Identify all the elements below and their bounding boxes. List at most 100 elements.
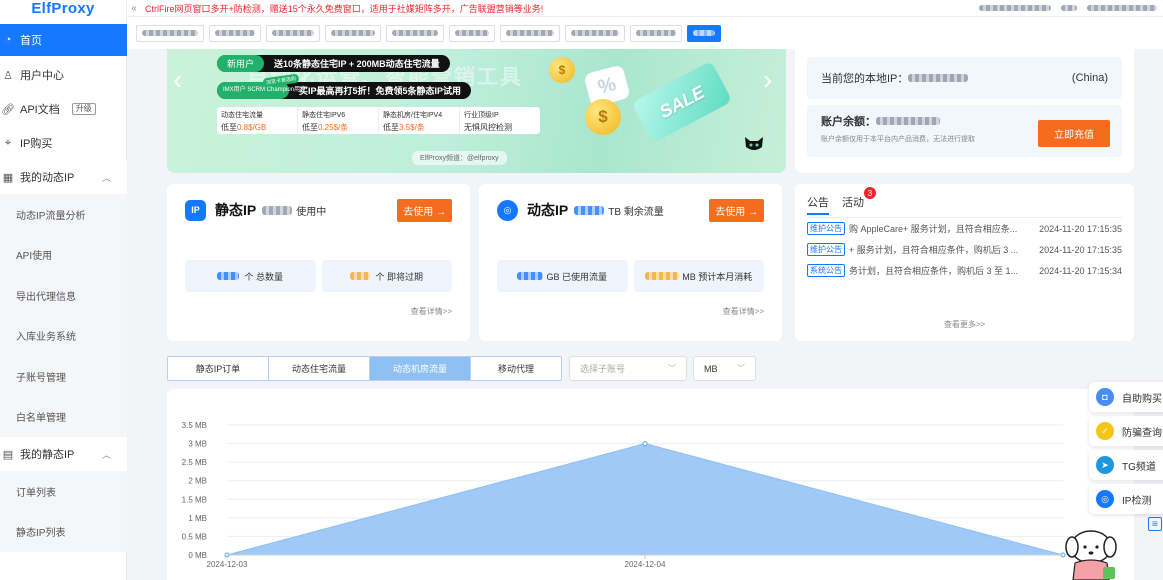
dynamic-submenu: 动态IP流量分析 API使用 导出代理信息 入库业务系统 子账号管理 白名单管理 — [0, 194, 127, 437]
notice-time: 2024-11-20 17:15:35 — [1039, 244, 1122, 255]
x-tick-label: 2024-12-03 — [207, 560, 248, 569]
redacted-count — [574, 205, 605, 215]
notice-tag: 系统公告 — [807, 264, 845, 277]
visited-tab[interactable] — [630, 24, 682, 42]
visited-tab[interactable] — [565, 24, 625, 42]
carousel-prev-icon[interactable]: ‹ — [173, 64, 182, 96]
anti-fraud-query-button[interactable]: ✓ 防骗查询 — [1089, 416, 1163, 446]
promo-banner[interactable]: 自动化运营、智能营销工具 ‹ › 新用户 送10条静态住宅IP + 200MB动… — [167, 49, 786, 173]
expand-icon[interactable]: ⊞ — [1148, 517, 1162, 531]
view-more-link[interactable]: 查看更多>> — [807, 319, 1122, 330]
sidebar-item-orders[interactable]: 订单列表 — [0, 471, 127, 512]
sidebar-item-label: API使用 — [16, 251, 53, 263]
notice-tag: 维护公告 — [807, 243, 845, 256]
redacted-ip — [908, 74, 969, 82]
redacted-count — [262, 205, 293, 215]
unit-select[interactable]: MB ﹀ — [693, 356, 756, 381]
marquee-notice[interactable]: CtrlFire网页窗口多开+防检测，赠送15个永久免费窗口，适用于社媒矩阵多开… — [145, 2, 543, 15]
visited-tab[interactable] — [266, 24, 320, 42]
view-detail-link[interactable]: 查看详情>> — [497, 306, 764, 317]
visited-tab[interactable] — [449, 24, 495, 42]
sidebar-item-export-proxy[interactable]: 导出代理信息 — [0, 275, 127, 316]
balance-label: 账户余额： — [821, 116, 876, 128]
visited-tab[interactable] — [209, 24, 261, 42]
app-logo[interactable]: ElfProxy — [0, 0, 126, 20]
sidebar-item-user-center[interactable]: ♙ 用户中心 — [0, 58, 127, 92]
account-card: 当前您的本地IP： (China) 账户余额： 账户余额仅用于本平台内产品消费，… — [795, 49, 1134, 173]
sidebar-item-label: 静态IP列表 — [16, 528, 66, 540]
sidebar-item-label: 入库业务系统 — [16, 332, 76, 344]
sidebar-item-label: IP购买 — [20, 138, 53, 150]
tab-activities[interactable]: 活动 — [842, 194, 864, 215]
sidebar-item-traffic-analysis[interactable]: 动态IP流量分析 — [0, 194, 127, 235]
y-tick-label: 3.5 MB — [182, 421, 207, 430]
mascot-dog-icon[interactable] — [1063, 527, 1123, 580]
tab-notices[interactable]: 公告 — [807, 194, 829, 215]
price-column: 静态住宅IPV6 低至0.25$/条 — [298, 107, 379, 134]
tab-dynamic-datacenter[interactable]: 动态机房流量 — [370, 357, 471, 380]
telegram-icon: ➤ — [1096, 456, 1114, 474]
traffic-chart: 0 MB 0.5 MB 1 MB 1.5 MB 2 MB 2.5 MB 3 MB 3.5 MB… — [167, 389, 1134, 580]
notice-row[interactable]: 维护公告 购 AppleCare+ 服务计划，且符合相应条... 2024-11… — [807, 218, 1122, 239]
notice-row[interactable]: 维护公告 + 服务计划，且符合相应条件，购机后 3 ... 2024-11-20… — [807, 239, 1122, 260]
traffic-area-chart: 0 MB 0.5 MB 1 MB 1.5 MB 2 MB 2.5 MB 3 MB 3.5 MB… — [182, 421, 1066, 569]
visited-tab-active[interactable] — [687, 24, 721, 42]
sidebar-item-api-docs[interactable]: 🔗︎ API文档 升级 — [0, 92, 127, 126]
location-pin-icon: ⌖ — [4, 136, 12, 149]
y-tick-label: 1.5 MB — [182, 495, 207, 504]
elfproxy-cat-logo-icon — [745, 137, 763, 150]
redacted-user-info[interactable] — [1061, 5, 1077, 11]
sidebar-item-whitelist[interactable]: 白名单管理 — [0, 397, 127, 438]
self-purchase-button[interactable]: ◘ 自助购买 — [1089, 382, 1163, 412]
sidebar-item-api-usage[interactable]: API使用 — [0, 235, 127, 276]
collapse-sidebar-icon[interactable]: « — [127, 3, 141, 14]
sidebar-item-warehouse-system[interactable]: 入库业务系统 — [0, 316, 127, 357]
subaccount-select[interactable]: 选择子账号 ﹀ — [569, 356, 687, 381]
data-point[interactable] — [642, 441, 648, 447]
announcements-card: 公告 活动 3 维护公告 购 AppleCare+ 服务计划，且符合相应条...… — [795, 184, 1134, 341]
sidebar: ElfProxy ◔ 首页 ♙ 用户中心 🔗︎ API文档 升级 ⌖ IP购买 … — [0, 0, 127, 580]
visited-tab[interactable] — [325, 24, 381, 42]
redacted-user-info[interactable] — [979, 5, 1051, 11]
static-use-button[interactable]: 去使用 → — [397, 198, 452, 222]
tab-dynamic-residential[interactable]: 动态住宅流量 — [269, 357, 370, 380]
new-user-text: 送10条静态住宅IP + 200MB动态住宅流量 — [274, 59, 440, 69]
price-table: 动态住宅流量 低至0.8$/GB 静态住宅IPV6 低至0.25$/条 静态机房/住… — [217, 107, 540, 134]
sidebar-group-static-ip[interactable]: ▤ 我的静态IP ︿ — [0, 437, 127, 471]
sidebar-group-label: 我的动态IP — [20, 172, 75, 184]
visited-tab[interactable] — [500, 24, 560, 42]
sidebar-item-ip-buy[interactable]: ⌖ IP购买 — [0, 126, 127, 160]
carousel-next-icon[interactable]: › — [763, 64, 772, 96]
tab-static-ip-orders[interactable]: 静态IP订单 — [168, 357, 269, 380]
redacted-user-info[interactable] — [1087, 5, 1157, 11]
visited-tab[interactable] — [386, 24, 444, 42]
ip-check-button[interactable]: ◎ IP检测 — [1089, 484, 1163, 514]
sidebar-item-label: API文档 — [20, 104, 60, 116]
sidebar-item-label: 用户中心 — [20, 70, 64, 82]
sidebar-item-home[interactable]: ◔ 首页 — [0, 24, 127, 56]
recharge-button[interactable]: 立即充值 — [1038, 120, 1110, 147]
card-title: 静态IP — [215, 202, 257, 218]
y-tick-label: 0 MB — [188, 551, 207, 560]
subaccount-placeholder: 选择子账号 — [580, 364, 626, 374]
notice-row[interactable]: 系统公告 务计划，且符合相应条件，购机后 3 至 1... 2024-11-20… — [807, 260, 1122, 281]
sidebar-group-dynamic-ip[interactable]: ▦ 我的动态IP ︿ — [0, 160, 127, 194]
static-submenu: 订单列表 静态IP列表 — [0, 471, 127, 552]
visited-tab[interactable] — [136, 24, 204, 42]
sidebar-item-static-ip-list[interactable]: 静态IP列表 — [0, 512, 127, 553]
upgrade-tag: 升级 — [71, 103, 96, 115]
static-ip-icon: IP — [185, 199, 206, 221]
local-ip-box: 当前您的本地IP： (China) — [807, 57, 1122, 99]
dynamic-use-button[interactable]: 去使用 → — [709, 198, 764, 222]
chevron-up-icon: ︿ — [101, 172, 111, 183]
view-detail-link[interactable]: 查看详情>> — [185, 306, 452, 317]
new-user-label: 新用户 — [217, 55, 265, 72]
link-icon: 🔗︎ — [1, 103, 15, 116]
sidebar-item-subaccounts[interactable]: 子账号管理 — [0, 356, 127, 397]
shopping-bag-icon: ◘ — [1096, 388, 1114, 406]
sidebar-item-label: 订单列表 — [16, 487, 56, 499]
tab-mobile-proxy[interactable]: 移动代理 — [471, 357, 561, 380]
redacted-number — [350, 272, 371, 280]
notice-text: + 服务计划，且符合相应条件，购机后 3 ... — [849, 245, 1019, 255]
tg-channel-button[interactable]: ➤ TG频道 — [1089, 450, 1163, 480]
